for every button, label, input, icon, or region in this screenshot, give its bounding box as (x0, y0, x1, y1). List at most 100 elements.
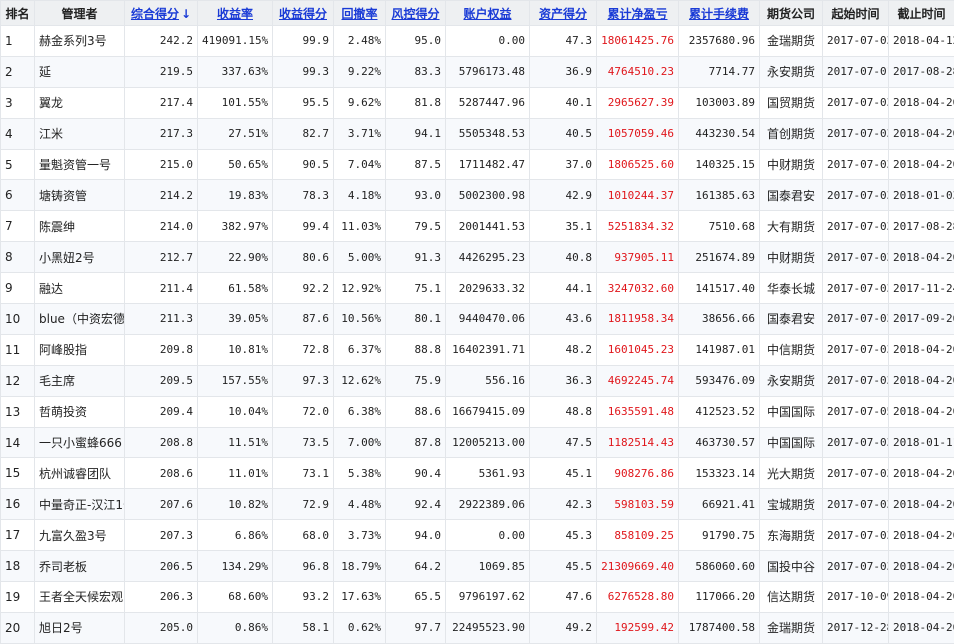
column-header-drawdown-rate[interactable]: 回撤率 (334, 1, 386, 26)
cell-net-profit: 3247032.60 (597, 273, 679, 304)
column-header-manager: 管理者 (35, 1, 125, 26)
cell-asset-score: 40.1 (530, 87, 597, 118)
cell-manager: 毛主席 (35, 365, 125, 396)
cell-composite-score: 208.8 (125, 427, 198, 458)
cell-net-profit: 858109.25 (597, 520, 679, 551)
cell-net-profit: 4692245.74 (597, 365, 679, 396)
header-row: 排名管理者综合得分↓收益率收益得分回撤率风控得分账户权益资产得分累计净盈亏累计手… (1, 1, 954, 26)
cell-return-rate: 10.04% (198, 396, 273, 427)
column-header-return-score[interactable]: 收益得分 (273, 1, 334, 26)
cell-asset-score: 36.9 (530, 56, 597, 87)
cell-rank: 14 (1, 427, 35, 458)
sort-link-composite-score[interactable]: 综合得分 (131, 7, 179, 21)
column-header-return-rate[interactable]: 收益率 (198, 1, 273, 26)
cell-total-fees: 117066.20 (679, 582, 760, 613)
cell-risk-score: 88.6 (386, 396, 446, 427)
table-row: 2延219.5337.63%99.39.22%83.35796173.4836.… (1, 56, 954, 87)
cell-return-rate: 50.65% (198, 149, 273, 180)
sort-link-drawdown-rate[interactable]: 回撤率 (341, 7, 377, 21)
cell-rank: 11 (1, 334, 35, 365)
cell-start-date: 2017-07-03 (823, 520, 889, 551)
cell-account-equity: 1711482.47 (446, 149, 530, 180)
cell-account-equity: 2029633.32 (446, 273, 530, 304)
cell-drawdown-rate: 7.00% (334, 427, 386, 458)
cell-risk-score: 83.3 (386, 56, 446, 87)
cell-rank: 20 (1, 612, 35, 643)
cell-rank: 4 (1, 118, 35, 149)
cell-manager: 阿峰股指 (35, 334, 125, 365)
cell-risk-score: 94.0 (386, 520, 446, 551)
cell-total-fees: 2357680.96 (679, 26, 760, 57)
cell-return-score: 99.9 (273, 26, 334, 57)
cell-net-profit: 6276528.80 (597, 582, 679, 613)
cell-manager: 赫金系列3号 (35, 26, 125, 57)
cell-return-rate: 419091.15% (198, 26, 273, 57)
cell-start-date: 2017-07-03 (823, 489, 889, 520)
cell-account-equity: 556.16 (446, 365, 530, 396)
cell-start-date: 2017-07-03 (823, 211, 889, 242)
cell-net-profit: 1635591.48 (597, 396, 679, 427)
cell-drawdown-rate: 12.92% (334, 273, 386, 304)
sort-link-net-profit[interactable]: 累计净盈亏 (607, 7, 667, 21)
cell-composite-score: 242.2 (125, 26, 198, 57)
cell-futures-company: 宝城期货 (760, 489, 823, 520)
sort-link-return-score[interactable]: 收益得分 (279, 7, 327, 21)
sort-link-total-fees[interactable]: 累计手续费 (689, 7, 749, 21)
cell-total-fees: 251674.89 (679, 242, 760, 273)
cell-drawdown-rate: 4.18% (334, 180, 386, 211)
column-header-composite-score[interactable]: 综合得分↓ (125, 1, 198, 26)
cell-risk-score: 80.1 (386, 304, 446, 335)
cell-account-equity: 5505348.53 (446, 118, 530, 149)
cell-return-score: 72.9 (273, 489, 334, 520)
table-row: 5量魁资管一号215.050.65%90.57.04%87.51711482.4… (1, 149, 954, 180)
cell-end-date: 2018-04-12 (889, 26, 954, 57)
cell-return-score: 90.5 (273, 149, 334, 180)
cell-return-score: 80.6 (273, 242, 334, 273)
cell-return-score: 95.5 (273, 87, 334, 118)
cell-risk-score: 81.8 (386, 87, 446, 118)
cell-rank: 15 (1, 458, 35, 489)
sort-link-asset-score[interactable]: 资产得分 (539, 7, 587, 21)
cell-total-fees: 141517.40 (679, 273, 760, 304)
sort-link-risk-score[interactable]: 风控得分 (391, 7, 439, 21)
cell-rank: 19 (1, 582, 35, 613)
cell-net-profit: 4764510.23 (597, 56, 679, 87)
cell-composite-score: 209.4 (125, 396, 198, 427)
cell-futures-company: 大有期货 (760, 211, 823, 242)
cell-drawdown-rate: 0.62% (334, 612, 386, 643)
column-header-end-date: 截止时间 (889, 1, 954, 26)
table-row: 8小黑妞2号212.722.90%80.65.00%91.34426295.23… (1, 242, 954, 273)
cell-composite-score: 207.3 (125, 520, 198, 551)
table-row: 19王者全天候宏观206.368.60%93.217.63%65.5979619… (1, 582, 954, 613)
column-header-total-fees[interactable]: 累计手续费 (679, 1, 760, 26)
table-row: 20旭日2号205.00.86%58.10.62%97.722495523.90… (1, 612, 954, 643)
cell-composite-score: 211.4 (125, 273, 198, 304)
cell-futures-company: 国投中谷 (760, 551, 823, 582)
cell-end-date: 2018-04-20 (889, 118, 954, 149)
cell-manager: 翼龙 (35, 87, 125, 118)
cell-account-equity: 5796173.48 (446, 56, 530, 87)
cell-futures-company: 中信期货 (760, 334, 823, 365)
cell-risk-score: 79.5 (386, 211, 446, 242)
cell-end-date: 2018-04-20 (889, 242, 954, 273)
cell-composite-score: 211.3 (125, 304, 198, 335)
sort-link-return-rate[interactable]: 收益率 (217, 7, 253, 21)
column-header-account-equity[interactable]: 账户权益 (446, 1, 530, 26)
column-header-net-profit[interactable]: 累计净盈亏 (597, 1, 679, 26)
cell-net-profit: 908276.86 (597, 458, 679, 489)
cell-return-score: 99.4 (273, 211, 334, 242)
cell-end-date: 2017-08-28 (889, 56, 954, 87)
cell-rank: 10 (1, 304, 35, 335)
cell-composite-score: 208.6 (125, 458, 198, 489)
cell-account-equity: 1069.85 (446, 551, 530, 582)
sort-link-account-equity[interactable]: 账户权益 (463, 7, 511, 21)
cell-manager: 旭日2号 (35, 612, 125, 643)
cell-return-score: 73.1 (273, 458, 334, 489)
cell-start-date: 2017-07-03 (823, 458, 889, 489)
column-header-risk-score[interactable]: 风控得分 (386, 1, 446, 26)
column-header-asset-score[interactable]: 资产得分 (530, 1, 597, 26)
cell-manager: 小黑妞2号 (35, 242, 125, 273)
cell-composite-score: 206.3 (125, 582, 198, 613)
cell-risk-score: 90.4 (386, 458, 446, 489)
cell-start-date: 2017-07-03 (823, 180, 889, 211)
